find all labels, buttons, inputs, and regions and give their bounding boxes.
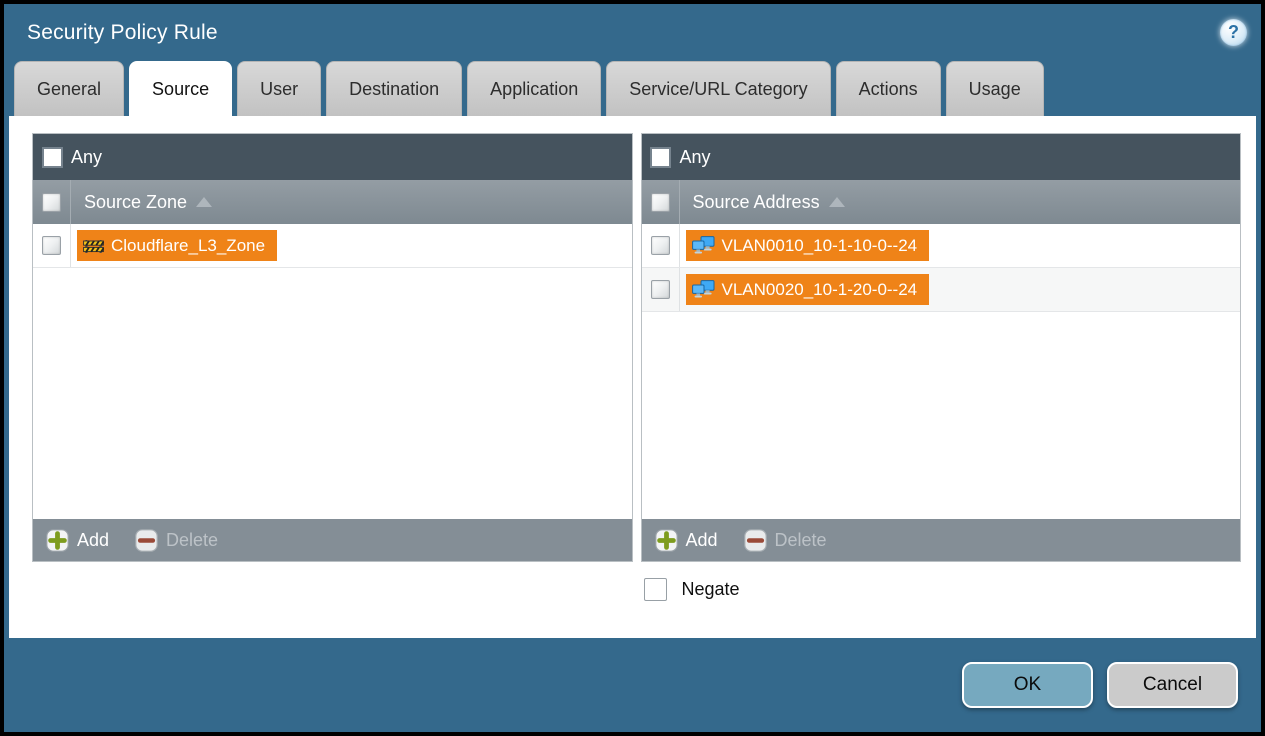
add-button-label: Add [77,529,110,550]
ok-button[interactable]: OK [962,662,1093,708]
source-zone-any-header: Any [33,134,632,180]
add-icon [46,528,69,552]
delete-button-label: Delete [774,529,827,550]
source-address-chip[interactable]: VLAN0010_10-1-10-0--24 [685,230,930,261]
tab-application[interactable]: Application [467,61,602,116]
negate-label: Negate [681,579,740,599]
tab-source[interactable]: Source [129,61,233,116]
source-address-any-label: Any [679,146,711,167]
delete-icon [135,528,158,552]
source-zone-any-label: Any [71,146,103,167]
source-zone-select-all-checkbox[interactable] [42,192,61,212]
dialog-title: Security Policy Rule [27,20,218,44]
source-address-row[interactable]: VLAN0020_10-1-20-0--24 [641,268,1240,312]
source-address-row-checkbox[interactable] [650,280,670,299]
tab-user[interactable]: User [237,61,322,116]
source-address-row-checkbox[interactable] [650,236,670,255]
tab-general[interactable]: General [14,61,125,116]
add-icon [654,528,678,552]
source-address-select-all-checkbox[interactable] [650,192,670,212]
tab-service-url-category[interactable]: Service/URL Category [606,61,831,116]
source-zone-any-checkbox[interactable] [41,146,63,168]
delete-icon [743,528,767,552]
add-button-label: Add [685,529,718,550]
source-zone-column-label: Source Zone [84,191,188,212]
source-address-any-checkbox[interactable] [650,146,671,168]
source-address-any-header: Any [641,134,1240,180]
source-address-column-label: Source Address [692,191,820,212]
source-zone-footer: Add Delete [33,519,632,561]
source-address-row[interactable]: VLAN0010_10-1-10-0--24 [641,224,1240,268]
negate-checkbox[interactable] [643,578,667,601]
source-zone-list: Cloudflare_L3_Zone [33,224,632,519]
tab-actions[interactable]: Actions [835,61,941,116]
source-zone-row[interactable]: Cloudflare_L3_Zone [33,224,632,268]
titlebar: Security Policy Rule ? [4,4,1261,61]
cancel-button[interactable]: Cancel [1107,662,1238,708]
source-address-row-label: VLAN0010_10-1-10-0--24 [721,235,918,255]
delete-button-label: Delete [166,529,219,550]
source-address-list: VLAN0010_10-1-10-0--24 VLAN0020_10-1-20-… [641,224,1240,519]
security-policy-rule-dialog: Security Policy Rule ? General Source Us… [0,0,1265,736]
source-address-column-header[interactable]: Source Address [641,180,1240,224]
sort-ascending-icon [828,197,845,207]
sort-ascending-icon [196,197,213,207]
source-zone-row-checkbox[interactable] [42,236,61,255]
negate-row: Negate [643,578,1242,601]
tab-destination[interactable]: Destination [326,61,463,116]
source-address-row-label: VLAN0020_10-1-20-0--24 [721,279,918,299]
dialog-button-bar: OK Cancel [4,638,1261,732]
source-address-add-button[interactable]: Add [654,528,718,552]
source-zone-chip[interactable]: Cloudflare_L3_Zone [77,230,278,261]
source-address-footer: Add Delete [641,519,1240,561]
tab-usage[interactable]: Usage [945,61,1044,116]
help-icon[interactable]: ? [1220,19,1247,46]
source-address-panel: Any Source Address VLAN0010_10-1-10-0--2… [640,133,1241,562]
source-zone-row-label: Cloudflare_L3_Zone [111,235,266,255]
source-zone-add-button[interactable]: Add [46,528,110,552]
panels-container: Any Source Zone Cloudflare_L3_Zone Add D… [32,133,1241,601]
source-zone-delete-button[interactable]: Delete [135,528,219,552]
source-address-chip[interactable]: VLAN0020_10-1-20-0--24 [685,274,930,305]
address-icon [691,236,714,254]
address-icon [691,280,714,298]
source-zone-column-header[interactable]: Source Zone [33,180,632,224]
tab-bar: General Source User Destination Applicat… [4,61,1261,116]
zone-icon [83,239,104,253]
source-address-delete-button[interactable]: Delete [743,528,827,552]
source-tab-content: Any Source Zone Cloudflare_L3_Zone Add D… [9,116,1256,638]
source-zone-panel: Any Source Zone Cloudflare_L3_Zone Add D… [32,133,633,562]
